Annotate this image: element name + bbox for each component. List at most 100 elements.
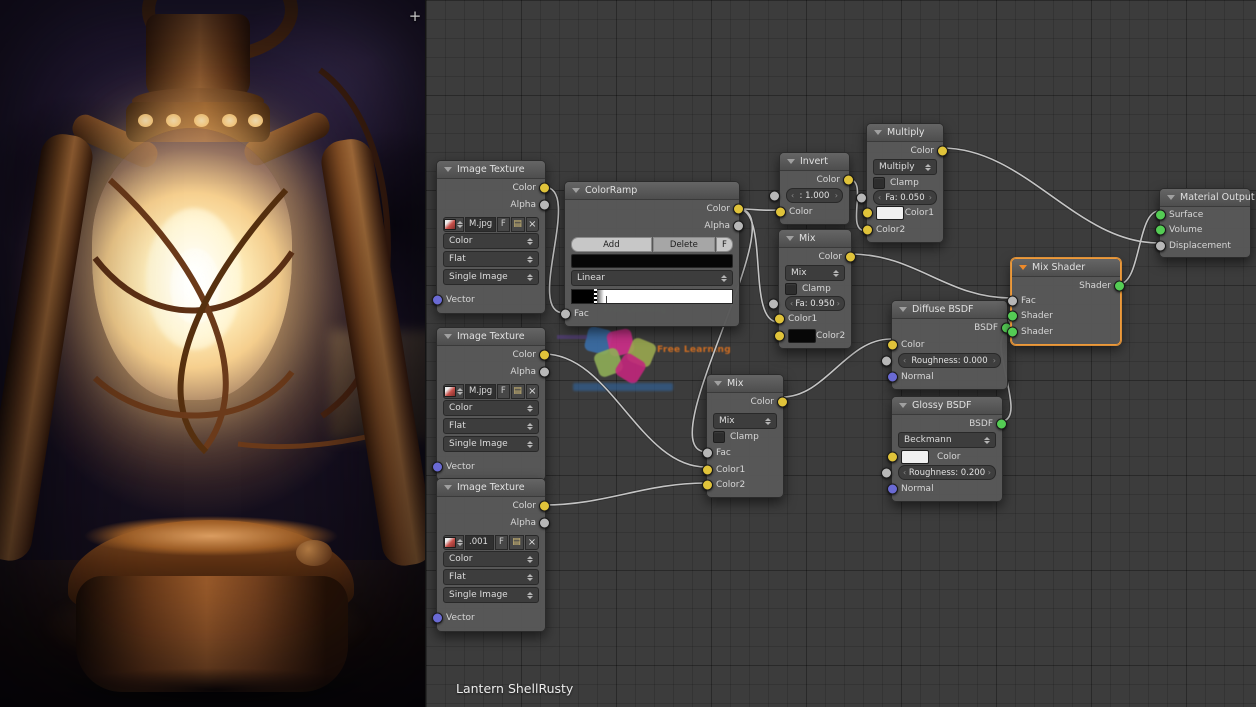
- color-output-socket[interactable]: [539, 182, 550, 193]
- normal-input-socket[interactable]: [887, 483, 898, 494]
- projection-dropdown[interactable]: Flat: [443, 569, 539, 585]
- alpha-output-socket[interactable]: [733, 220, 744, 231]
- ramp-add-button[interactable]: Add: [571, 237, 652, 252]
- fac-slider[interactable]: ‹Fa: 0.950›: [785, 296, 845, 311]
- node-header[interactable]: Invert: [780, 153, 849, 171]
- collapse-triangle-icon[interactable]: [786, 236, 794, 241]
- fake-user-button[interactable]: F: [497, 217, 509, 232]
- collapse-triangle-icon[interactable]: [444, 334, 452, 339]
- image-browse-button[interactable]: [443, 217, 464, 232]
- color2-input-socket[interactable]: [774, 330, 785, 341]
- node-header[interactable]: Image Texture: [437, 161, 545, 179]
- collapse-triangle-icon[interactable]: [899, 307, 907, 312]
- node-header[interactable]: Multiply: [867, 124, 943, 142]
- color-input-socket[interactable]: [887, 339, 898, 350]
- color-output-socket[interactable]: [777, 396, 788, 407]
- source-dropdown[interactable]: Single Image: [443, 587, 539, 603]
- node-header[interactable]: Diffuse BSDF: [892, 301, 1007, 319]
- color-output-socket[interactable]: [937, 145, 948, 156]
- interpolation-dropdown[interactable]: Linear: [571, 270, 733, 286]
- node-image-texture-3[interactable]: Image Texture Color Alpha .001 F ▤ × Col…: [436, 478, 546, 632]
- node-header[interactable]: Mix: [779, 230, 851, 248]
- color-space-dropdown[interactable]: Color: [443, 233, 539, 249]
- color-space-dropdown[interactable]: Color: [443, 400, 539, 416]
- image-name-field[interactable]: M.jpg: [465, 384, 496, 399]
- ramp-stop-marker[interactable]: [594, 289, 597, 304]
- clamp-checkbox[interactable]: [785, 283, 797, 295]
- color-output-socket[interactable]: [733, 203, 744, 214]
- collapse-triangle-icon[interactable]: [444, 167, 452, 172]
- alpha-output-socket[interactable]: [539, 366, 550, 377]
- collapse-triangle-icon[interactable]: [714, 381, 722, 386]
- roughness-slider[interactable]: ‹Roughness: 0.000›: [898, 353, 1001, 368]
- blend-type-dropdown[interactable]: Mix: [785, 265, 845, 281]
- open-image-button[interactable]: ▤: [511, 384, 525, 399]
- color1-input-socket[interactable]: [774, 314, 785, 325]
- volume-input-socket[interactable]: [1155, 225, 1166, 236]
- collapse-triangle-icon[interactable]: [572, 188, 580, 193]
- node-header[interactable]: Mix Shader: [1012, 259, 1120, 277]
- fac-input-socket[interactable]: [1007, 296, 1018, 307]
- surface-input-socket[interactable]: [1155, 209, 1166, 220]
- shader1-input-socket[interactable]: [1007, 311, 1018, 322]
- blend-type-dropdown[interactable]: Mix: [713, 413, 777, 429]
- collapse-triangle-icon[interactable]: [444, 485, 452, 490]
- vector-input-socket[interactable]: [432, 461, 443, 472]
- color2-input-socket[interactable]: [702, 480, 713, 491]
- roughness-input-socket[interactable]: [881, 467, 892, 478]
- color1-input-socket[interactable]: [862, 208, 873, 219]
- fac-slider[interactable]: ‹Fa: 0.050›: [873, 190, 937, 205]
- ramp-fake-user-button[interactable]: F: [716, 237, 733, 252]
- ramp-stop-tick[interactable]: [606, 296, 607, 303]
- projection-dropdown[interactable]: Flat: [443, 251, 539, 267]
- roughness-slider[interactable]: ‹Roughness: 0.200›: [898, 465, 996, 480]
- color-output-socket[interactable]: [539, 349, 550, 360]
- source-dropdown[interactable]: Single Image: [443, 269, 539, 285]
- unlink-image-button[interactable]: ×: [526, 217, 539, 232]
- bsdf-output-socket[interactable]: [996, 418, 1007, 429]
- alpha-output-socket[interactable]: [539, 517, 550, 528]
- node-image-texture-2[interactable]: Image Texture Color Alpha M.jpg F ▤ × Co…: [436, 327, 546, 481]
- source-dropdown[interactable]: Single Image: [443, 436, 539, 452]
- unlink-image-button[interactable]: ×: [525, 535, 539, 550]
- color-output-socket[interactable]: [539, 500, 550, 511]
- displacement-input-socket[interactable]: [1155, 241, 1166, 252]
- color-input-socket[interactable]: [887, 451, 898, 462]
- node-diffuse-bsdf[interactable]: Diffuse BSDF BSDF Color ‹Roughness: 0.00…: [891, 300, 1008, 390]
- fake-user-button[interactable]: F: [497, 384, 509, 399]
- vector-input-socket[interactable]: [432, 612, 443, 623]
- clamp-checkbox[interactable]: [873, 177, 885, 189]
- node-glossy-bsdf[interactable]: Glossy BSDF BSDF Beckmann Color ‹Roughne…: [891, 396, 1003, 502]
- vector-input-socket[interactable]: [432, 294, 443, 305]
- node-image-texture-1[interactable]: Image Texture Color Alpha M.jpg F ▤ × Co…: [436, 160, 546, 314]
- ramp-delete-button[interactable]: Delete: [653, 237, 715, 252]
- region-expand-icon[interactable]: +: [406, 8, 424, 26]
- fac-input-socket[interactable]: [769, 190, 780, 201]
- image-browse-button[interactable]: [443, 384, 464, 399]
- projection-dropdown[interactable]: Flat: [443, 418, 539, 434]
- unlink-image-button[interactable]: ×: [526, 384, 539, 399]
- image-browse-button[interactable]: [443, 535, 464, 550]
- node-header[interactable]: Glossy BSDF: [892, 397, 1002, 415]
- collapse-triangle-icon[interactable]: [899, 403, 907, 408]
- node-multiply[interactable]: Multiply Color Multiply Clamp ‹Fa: 0.050…: [866, 123, 944, 243]
- node-header[interactable]: Mix: [707, 375, 783, 393]
- color2-input-socket[interactable]: [862, 224, 873, 235]
- collapse-triangle-icon[interactable]: [874, 130, 882, 135]
- node-mix-lower[interactable]: Mix Color Mix Clamp Fac Color1 Color2: [706, 374, 784, 498]
- image-name-field[interactable]: .001: [465, 535, 494, 550]
- color1-swatch[interactable]: [876, 206, 904, 220]
- node-editor[interactable]: Free Learning Free Learning: [425, 0, 1256, 707]
- node-header[interactable]: ColorRamp: [565, 182, 739, 200]
- collapse-triangle-icon[interactable]: [787, 159, 795, 164]
- color-swatch[interactable]: [901, 450, 929, 464]
- fac-input-socket[interactable]: [560, 308, 571, 319]
- fake-user-button[interactable]: F: [495, 535, 508, 550]
- color-output-socket[interactable]: [845, 251, 856, 262]
- color-ramp-gradient[interactable]: [571, 289, 733, 304]
- node-invert[interactable]: Invert Color ‹: 1.000› Color: [779, 152, 850, 225]
- blend-type-dropdown[interactable]: Multiply: [873, 159, 937, 175]
- node-mix-shader[interactable]: Mix Shader Shader Fac Shader Shader: [1011, 258, 1121, 345]
- color1-input-socket[interactable]: [702, 464, 713, 475]
- normal-input-socket[interactable]: [887, 371, 898, 382]
